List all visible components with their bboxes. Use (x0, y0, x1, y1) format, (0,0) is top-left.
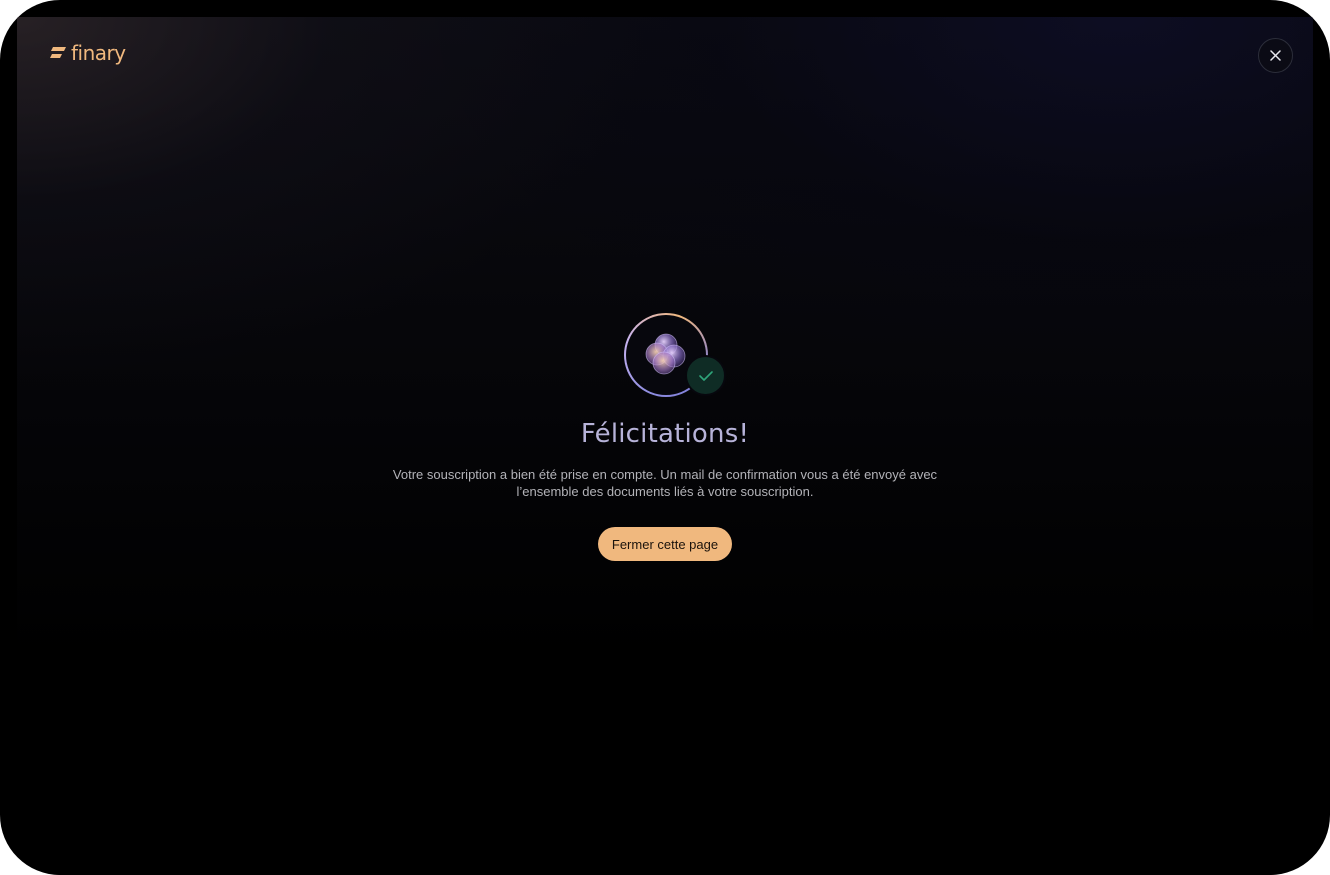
overlapping-circles-icon (645, 333, 686, 375)
close-page-button[interactable]: Fermer cette page (597, 527, 733, 561)
close-icon (1270, 50, 1281, 61)
check-badge (685, 355, 726, 396)
device-frame: finary Félicitations! Votre souscription… (0, 0, 1330, 875)
finary-logo: finary (50, 43, 126, 63)
close-button[interactable] (1258, 38, 1293, 73)
success-message: Votre souscription a bien été prise en c… (385, 466, 945, 500)
success-message-line-1: Votre souscription a bien été prise en c… (392, 467, 938, 482)
logo-text: finary (71, 41, 126, 65)
success-panel: Félicitations! Votre souscription a bien… (17, 313, 1313, 561)
finary-logo-mark-icon (50, 47, 66, 58)
success-title: Félicitations! (580, 419, 750, 449)
checkmark-icon (698, 370, 713, 381)
success-badge (624, 313, 728, 397)
app-screen: finary Félicitations! Votre souscription… (17, 17, 1313, 875)
success-message-line-2: l’ensemble des documents liés à votre so… (516, 484, 814, 499)
